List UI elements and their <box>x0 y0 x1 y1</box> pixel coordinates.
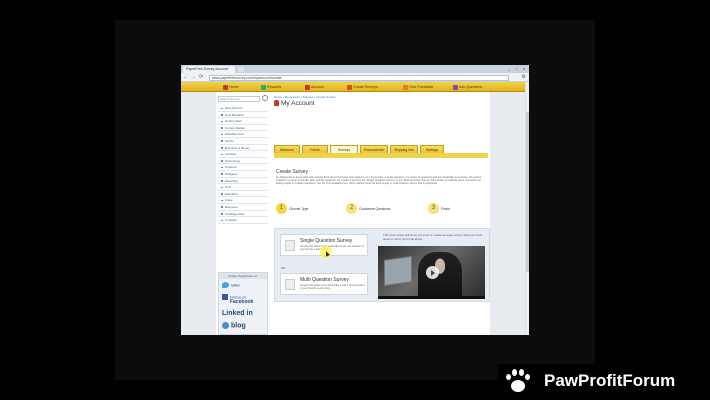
feedback-icon <box>403 84 408 90</box>
site-nav: Home Rewards Account Create Surveys Give… <box>181 82 529 92</box>
section-description: It's always fun to know what other peopl… <box>276 176 482 186</box>
survey-type-panel: Single Question Survey Choose this optio… <box>274 228 490 302</box>
nav-rewards[interactable]: Rewards <box>261 82 281 92</box>
step-customize: 2 Customize Questions <box>346 200 390 215</box>
browser-tab[interactable]: PaperFree Survey Account <box>183 66 235 73</box>
step-indicator: 1 Choose Type 2 Customize Questions 3 Finis… <box>276 200 486 215</box>
question-icon <box>453 84 458 90</box>
step-choose-type: 1 Choose Type <box>276 200 308 215</box>
create-icon <box>347 84 352 90</box>
section-title: Create Survey <box>276 169 308 175</box>
browser-window: PaperFree Survey Account _ □ x ← → ⟳ www… <box>181 65 529 335</box>
presenter-image <box>418 252 462 299</box>
paw-icon <box>504 368 532 396</box>
url-bar[interactable]: www.paperfreesurvey.com/myaccount/create <box>209 74 509 81</box>
user-icon <box>274 100 279 107</box>
survey-doc-icon <box>285 240 295 251</box>
tab-bar: PaperFree Survey Account _ □ x <box>181 65 529 73</box>
video-stage: PaperFree Survey Account _ □ x ← → ⟳ www… <box>0 0 710 400</box>
account-icon <box>305 84 310 90</box>
survey-doc-icon <box>285 279 295 290</box>
new-tab-button[interactable] <box>238 67 244 72</box>
main-column: Home › My Account › Surveys › Create Sur… <box>181 92 529 335</box>
rewards-icon <box>261 84 266 90</box>
nav-ask-questions[interactable]: Ask Questions <box>453 82 482 92</box>
play-icon[interactable] <box>426 266 439 279</box>
wrench-icon[interactable]: ⚙ <box>522 74 526 80</box>
page-title: My Account <box>274 100 315 107</box>
breadcrumb[interactable]: Home › My Account › Surveys › Create Sur… <box>274 95 336 99</box>
nav-create-surveys[interactable]: Create Surveys <box>347 82 378 92</box>
nav-home[interactable]: Home <box>223 82 239 92</box>
video-controls[interactable] <box>378 296 485 299</box>
step-finish: 3 Finish <box>428 200 450 215</box>
forward-icon[interactable]: → <box>191 74 196 81</box>
home-icon <box>223 84 228 90</box>
laptop-image <box>384 256 412 286</box>
scroll-thumb[interactable] <box>526 112 529 272</box>
video-caption: This short video will show you how to cr… <box>383 233 483 241</box>
back-icon[interactable]: ← <box>183 74 188 81</box>
multi-question-option[interactable]: Multi Question Survey Choose this option… <box>280 273 368 295</box>
tutorial-video[interactable] <box>378 246 485 299</box>
nav-account[interactable]: Account <box>305 82 324 92</box>
browser-toolbar: ← → ⟳ www.paperfreesurvey.com/myaccount/… <box>181 73 529 82</box>
nav-give-feedback[interactable]: Give Feedback <box>403 82 433 92</box>
watermark: PawProfitForum <box>498 364 710 400</box>
tabs-underbar <box>274 153 488 158</box>
page-scrollbar[interactable] <box>525 82 529 335</box>
reload-icon[interactable]: ⟳ <box>199 74 203 81</box>
window-controls[interactable]: _ □ x <box>508 66 527 71</box>
or-label: OR <box>281 266 286 270</box>
watermark-text: PawProfitForum <box>544 371 676 390</box>
